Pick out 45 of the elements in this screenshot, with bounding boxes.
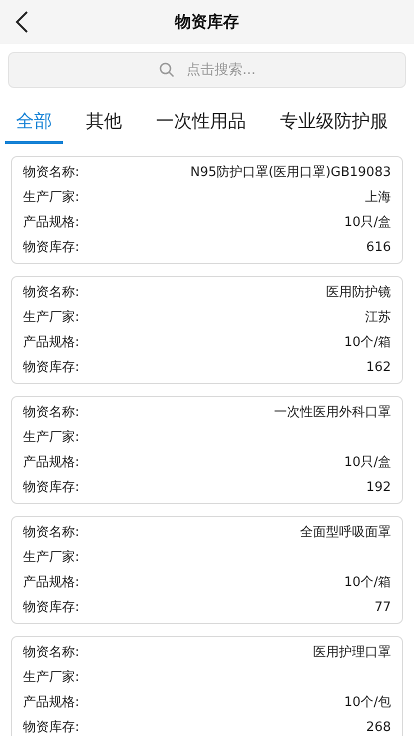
field-label: 生产厂家: [23,428,80,447]
field-label: 产品规格: [23,694,80,712]
field-label: 物资名称: [23,644,80,662]
field-label: 物资库存: [23,358,80,377]
field-label: 产品规格: [23,574,80,592]
field-value: 医用防护镜 [326,284,391,302]
category-tab[interactable]: 其他 [75,102,133,144]
field-label: 物资名称: [23,284,80,302]
field-value: 一次性医用外科口罩 [274,404,391,422]
field-value: 162 [366,358,391,377]
field-label: 生产厂家: [23,308,80,327]
field-label: 物资名称: [23,164,80,182]
field-label: 生产厂家: [23,668,80,687]
field-value: 上海 [365,188,391,207]
back-icon [15,11,29,33]
search-icon [159,62,175,78]
field-label: 物资库存: [23,238,80,257]
field-label: 产品规格: [23,214,80,232]
field-value: 江苏 [365,308,391,327]
search-field[interactable]: 点击搜索... [8,52,406,88]
field-label: 物资库存: [23,598,80,617]
field-label: 生产厂家: [23,188,80,207]
field-value: 10个/箱 [344,574,391,592]
field-label: 物资库存: [23,478,80,497]
field-value: 192 [366,478,391,497]
field-value: 10个/箱 [344,334,391,352]
field-value: 268 [366,718,391,736]
field-label: 物资库存: [23,718,80,736]
field-label: 物资名称: [23,404,80,422]
category-tab[interactable]: 专业级防护服 [269,102,399,144]
field-label: 产品规格: [23,454,80,472]
field-label: 产品规格: [23,334,80,352]
field-value: 10只/盒 [344,214,391,232]
field-label: 生产厂家: [23,548,80,567]
field-value: 医用护理口罩 [313,644,391,662]
field-value: 10只/盒 [344,454,391,472]
field-value: 10个/包 [344,694,391,712]
field-value: N95防护口罩(医用口罩)GB19083 [190,164,391,182]
category-tab[interactable]: 一次性用品 [145,102,257,144]
field-value: 616 [366,238,391,257]
page-title: 物资库存 [175,11,239,33]
category-tab[interactable]: 全部 [5,102,63,144]
field-label: 物资名称: [23,524,80,542]
field-value: 全面型呼吸面罩 [300,524,391,542]
field-value: 77 [374,598,391,617]
